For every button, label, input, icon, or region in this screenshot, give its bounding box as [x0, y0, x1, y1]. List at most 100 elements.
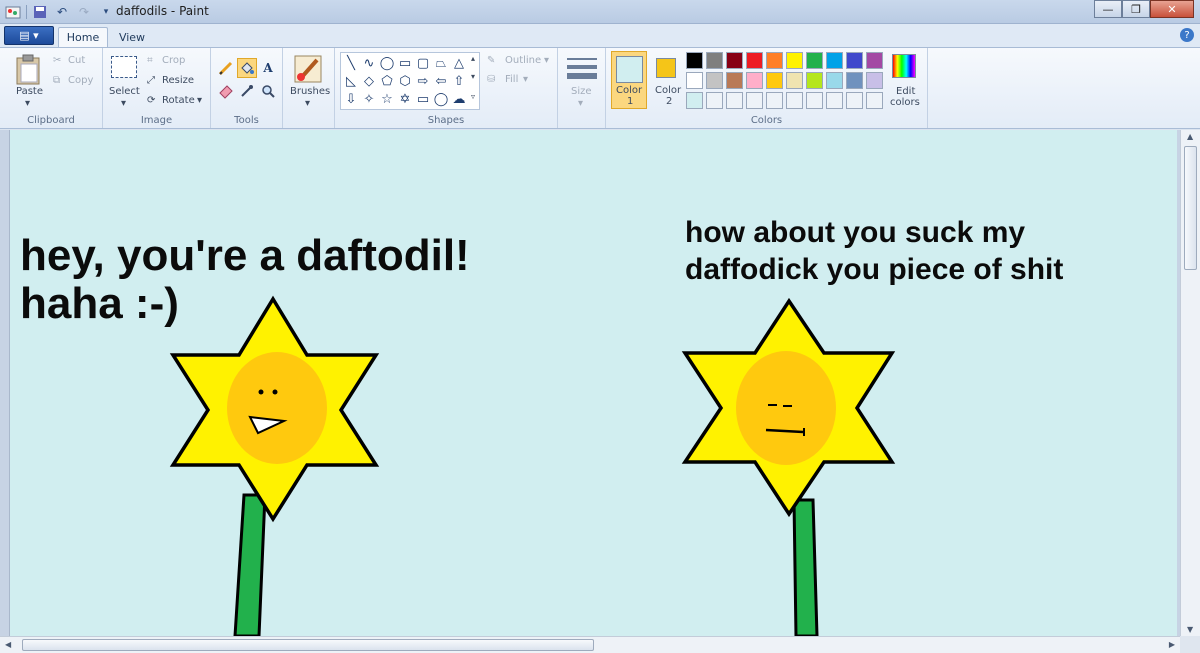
rounded-callout-shape-icon[interactable]: ▭: [414, 90, 432, 108]
diamond-shape-icon[interactable]: ◇: [360, 72, 378, 90]
cloud-callout-shape-icon[interactable]: ☁: [450, 90, 468, 108]
edit-colors-label-2[interactable]: colors: [890, 97, 920, 108]
close-button[interactable]: ✕: [1150, 0, 1194, 18]
copy-button[interactable]: Copy: [68, 75, 93, 86]
gallery-expand-icon[interactable]: ▿: [471, 92, 475, 101]
palette-swatch[interactable]: [766, 72, 783, 89]
rotate-button[interactable]: Rotate: [162, 95, 195, 106]
palette-swatch[interactable]: [846, 92, 863, 109]
paint-app-icon[interactable]: [4, 3, 22, 21]
maximize-button[interactable]: ❐: [1122, 0, 1150, 18]
pencil-icon[interactable]: [216, 58, 236, 78]
palette-swatch[interactable]: [826, 92, 843, 109]
palette-swatch[interactable]: [866, 52, 883, 69]
palette-swatch[interactable]: [846, 52, 863, 69]
undo-icon[interactable]: ↶: [53, 3, 71, 21]
right-triangle-shape-icon[interactable]: ◺: [342, 72, 360, 90]
palette-swatch[interactable]: [866, 92, 883, 109]
fill-dropdown-icon[interactable]: ▾: [523, 74, 528, 85]
crop-button[interactable]: Crop: [162, 55, 185, 66]
palette-swatch[interactable]: [706, 72, 723, 89]
pentagon-shape-icon[interactable]: ⬠: [378, 72, 396, 90]
down-arrow-shape-icon[interactable]: ⇩: [342, 90, 360, 108]
select-button[interactable]: Select: [109, 86, 140, 97]
line-shape-icon[interactable]: ╲: [342, 54, 360, 72]
color2-selector[interactable]: Color 2: [650, 51, 686, 109]
customize-dropdown-icon[interactable]: ▾: [97, 3, 115, 21]
tab-view[interactable]: View: [112, 27, 152, 47]
palette-swatch[interactable]: [866, 72, 883, 89]
gallery-scroll-down-icon[interactable]: ▾: [471, 72, 475, 81]
palette-swatch[interactable]: [686, 92, 703, 109]
outline-dropdown-icon[interactable]: ▾: [544, 55, 549, 66]
five-point-star-shape-icon[interactable]: ☆: [378, 90, 396, 108]
palette-swatch[interactable]: [806, 72, 823, 89]
eraser-icon[interactable]: [216, 81, 236, 101]
magnifier-icon[interactable]: [258, 81, 278, 101]
paste-button[interactable]: Paste: [16, 86, 43, 97]
palette-swatch[interactable]: [726, 92, 743, 109]
palette-swatch[interactable]: [806, 92, 823, 109]
rotate-dropdown-icon[interactable]: ▾: [197, 95, 202, 106]
help-icon[interactable]: ?: [1180, 28, 1194, 42]
palette-swatch[interactable]: [706, 52, 723, 69]
palette-swatch[interactable]: [746, 52, 763, 69]
horizontal-scroll-thumb[interactable]: [22, 639, 594, 651]
oval-callout-shape-icon[interactable]: ◯: [432, 90, 450, 108]
palette-swatch[interactable]: [686, 52, 703, 69]
up-arrow-shape-icon[interactable]: ⇧: [450, 72, 468, 90]
scroll-left-icon[interactable]: ◀: [5, 640, 11, 649]
scroll-up-icon[interactable]: ▲: [1187, 132, 1193, 141]
paint-menu-button[interactable]: ▤ ▾: [4, 26, 54, 45]
fill-bucket-icon[interactable]: [237, 58, 257, 78]
select-icon[interactable]: [111, 56, 137, 78]
rectangle-shape-icon[interactable]: ▭: [396, 54, 414, 72]
polygon-shape-icon[interactable]: ⏢: [432, 54, 450, 72]
size-button[interactable]: Size: [571, 86, 592, 97]
color-picker-icon[interactable]: [237, 81, 257, 101]
brushes-icon[interactable]: [293, 54, 323, 88]
paste-icon[interactable]: [14, 54, 42, 90]
palette-swatch[interactable]: [806, 52, 823, 69]
palette-swatch[interactable]: [746, 72, 763, 89]
triangle-shape-icon[interactable]: △: [450, 54, 468, 72]
select-dropdown-icon[interactable]: ▾: [121, 98, 126, 109]
save-icon[interactable]: [31, 3, 49, 21]
redo-icon[interactable]: ↷: [75, 3, 93, 21]
palette-swatch[interactable]: [826, 72, 843, 89]
paste-dropdown-icon[interactable]: ▾: [25, 98, 30, 109]
oval-shape-icon[interactable]: ◯: [378, 54, 396, 72]
palette-swatch[interactable]: [826, 52, 843, 69]
cut-button[interactable]: Cut: [68, 55, 85, 66]
fill-button[interactable]: Fill: [505, 74, 518, 85]
left-arrow-shape-icon[interactable]: ⇦: [432, 72, 450, 90]
scroll-right-icon[interactable]: ▶: [1169, 640, 1175, 649]
vertical-scroll-thumb[interactable]: [1184, 146, 1197, 270]
hexagon-shape-icon[interactable]: ⬡: [396, 72, 414, 90]
edit-colors-icon[interactable]: [892, 54, 916, 78]
gallery-scroll-up-icon[interactable]: ▴: [471, 54, 475, 63]
resize-button[interactable]: Resize: [162, 75, 194, 86]
palette-swatch[interactable]: [786, 52, 803, 69]
brushes-button[interactable]: Brushes: [290, 86, 330, 97]
size-icon[interactable]: [567, 56, 597, 84]
scroll-down-icon[interactable]: ▼: [1187, 625, 1193, 634]
palette-swatch[interactable]: [846, 72, 863, 89]
size-dropdown-icon[interactable]: ▾: [578, 98, 583, 109]
outline-button[interactable]: Outline: [505, 55, 541, 66]
curve-shape-icon[interactable]: ∿: [360, 54, 378, 72]
tab-home[interactable]: Home: [58, 27, 108, 47]
four-point-star-shape-icon[interactable]: ✧: [360, 90, 378, 108]
palette-swatch[interactable]: [746, 92, 763, 109]
drawing-canvas[interactable]: hey, you're a daftodil! haha :-) how abo…: [9, 130, 1177, 636]
palette-swatch[interactable]: [686, 72, 703, 89]
rounded-rectangle-shape-icon[interactable]: ▢: [414, 54, 432, 72]
text-tool-icon[interactable]: A: [258, 58, 278, 78]
vertical-scrollbar[interactable]: ▲ ▼: [1180, 130, 1200, 636]
palette-swatch[interactable]: [766, 92, 783, 109]
minimize-button[interactable]: —: [1094, 0, 1122, 18]
six-point-star-shape-icon[interactable]: ✡: [396, 90, 414, 108]
palette-swatch[interactable]: [726, 72, 743, 89]
right-arrow-shape-icon[interactable]: ⇨: [414, 72, 432, 90]
palette-swatch[interactable]: [706, 92, 723, 109]
